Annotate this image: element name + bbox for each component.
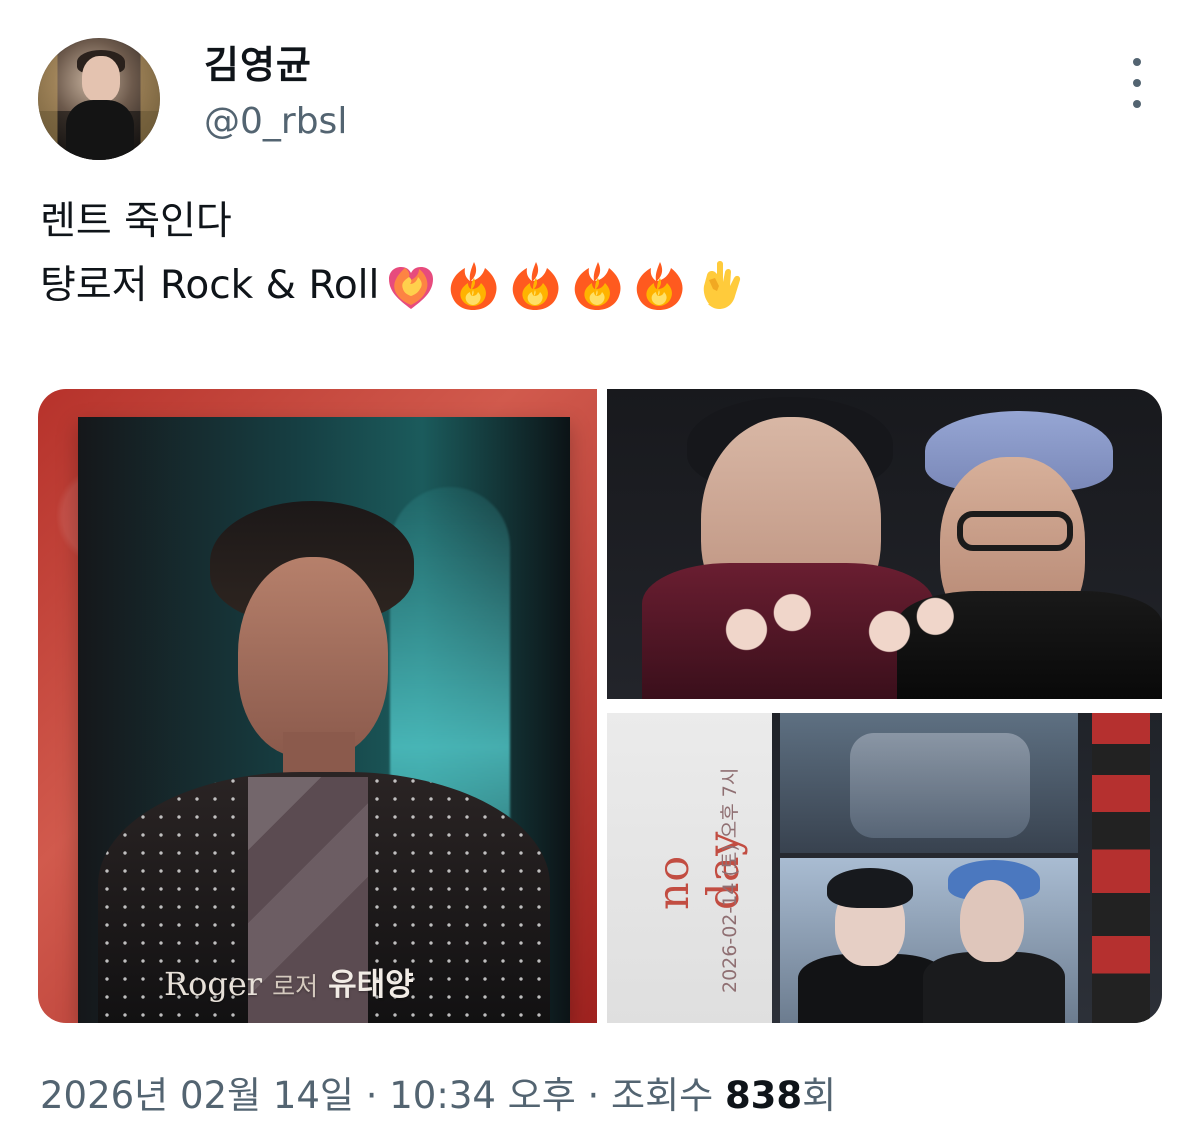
poster-caption-korean: 로저 <box>272 972 319 1001</box>
selfie-photo[interactable] <box>607 389 1162 699</box>
photo-strip-left-face <box>827 868 913 966</box>
photo-strip-right-face <box>960 880 1024 962</box>
rock-on-hand-icon <box>691 256 751 316</box>
views-suffix: 회 <box>802 1074 837 1117</box>
views-count: 838 <box>724 1074 803 1117</box>
ticket-date: 2026-02-14 (토) 오후 7시 <box>719 767 741 993</box>
tweet-date[interactable]: 2026년 02월 14일 <box>40 1074 354 1117</box>
tweet-line-2-text: 턍로저 Rock & Roll <box>40 263 380 308</box>
tweet-text: 렌트 죽인다 턍로저 Rock & Roll <box>40 190 1140 318</box>
photo-strip-right-body <box>923 952 1065 1023</box>
fire-icon <box>443 256 503 316</box>
avatar[interactable] <box>38 38 160 160</box>
avatar-torso <box>66 100 134 160</box>
views-label: 조회수 <box>611 1074 714 1117</box>
photo-strip <box>772 713 1162 1023</box>
avatar-face <box>82 56 120 102</box>
more-options-button[interactable] <box>1122 58 1152 108</box>
photo-strip-tape <box>1092 713 1150 1023</box>
fire-icon <box>505 256 565 316</box>
user-handle[interactable]: @0_rbsl <box>204 101 347 143</box>
poster-caption-english: Roger <box>164 965 263 1003</box>
heart-on-fire-icon <box>381 256 441 316</box>
selfie-hand-signs <box>695 575 981 669</box>
display-name[interactable]: 김영균 <box>204 42 312 88</box>
poster-actor-name: 유태양 <box>328 967 414 1003</box>
photo-strip-top-frame <box>780 713 1078 853</box>
more-dot-icon <box>1133 79 1141 87</box>
media-grid: Roger 로저 유태양 no day 2026-02-14 (토) 오후 7시 <box>38 389 1162 1023</box>
meta-separator: · <box>353 1074 390 1117</box>
selfie-right-glasses <box>957 511 1073 551</box>
poster-caption: Roger 로저 유태양 <box>164 959 414 1004</box>
poster-face <box>238 557 388 757</box>
character-poster <box>78 417 570 1023</box>
tweet-line-1: 렌트 죽인다 <box>40 190 1140 254</box>
tweet-line-2: 턍로저 Rock & Roll <box>40 254 1140 318</box>
poster-photo[interactable]: Roger 로저 유태양 <box>38 389 597 1023</box>
more-dot-icon <box>1133 100 1141 108</box>
fire-icon <box>629 256 689 316</box>
ticket-and-photos-photo[interactable]: no day 2026-02-14 (토) 오후 7시 <box>607 713 1162 1023</box>
ticket-stub: no day 2026-02-14 (토) 오후 7시 <box>607 713 772 1023</box>
tweet-time[interactable]: 10:34 오후 <box>389 1074 575 1117</box>
photo-strip-bottom-frame <box>780 858 1078 1023</box>
tweet-line-1-text: 렌트 죽인다 <box>40 199 232 244</box>
more-dot-icon <box>1133 58 1141 66</box>
meta-separator: · <box>575 1074 612 1117</box>
fire-icon <box>567 256 627 316</box>
tweet-meta: 2026년 02월 14일 · 10:34 오후 · 조회수 838회 <box>40 1073 836 1119</box>
